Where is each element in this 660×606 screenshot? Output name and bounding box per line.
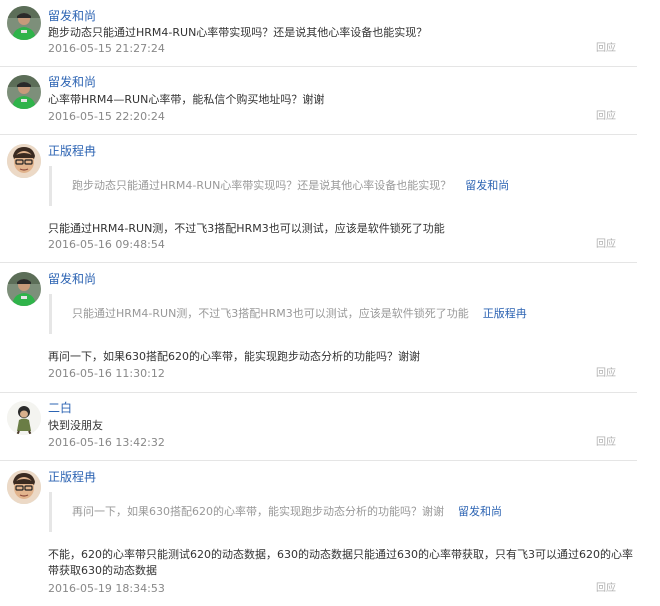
quoted-comment-body: 只能通过HRM4-RUN测，不过飞3搭配HRM3也可以测试，应该是软件锁死了功能… (72, 306, 527, 322)
quoted-comment: 跑步动态只能通过HRM4-RUN心率带实现吗？还是说其他心率设备也能实现？ 留发和… (49, 166, 509, 206)
comment-text: 快到没朋友 (48, 419, 103, 432)
quoted-comment: 再问一下，如果630搭配620的心率带，能实现跑步动态分析的功能吗？谢谢 留发和尚 (49, 492, 502, 532)
quoted-comment-username[interactable]: 正版程冉 (483, 307, 527, 320)
avatar-glasses-man-icon (7, 470, 41, 504)
comment-username[interactable]: 留发和尚 (48, 271, 96, 287)
user-avatar[interactable] (7, 6, 41, 40)
reply-button[interactable]: 回应 (596, 436, 616, 450)
comment-username[interactable]: 留发和尚 (48, 8, 96, 24)
comment-divider (0, 460, 637, 461)
quoted-comment-username[interactable]: 留发和尚 (458, 505, 502, 518)
reply-button[interactable]: 回应 (596, 110, 616, 124)
comment-timestamp: 2016-05-16 13:42:32 (48, 436, 165, 449)
avatar-cartoon-figure-icon (7, 401, 41, 435)
comment-username[interactable]: 正版程冉 (48, 143, 96, 159)
comment-username[interactable]: 留发和尚 (48, 74, 96, 90)
reply-button[interactable]: 回应 (596, 367, 616, 381)
user-avatar[interactable] (7, 401, 41, 435)
comment-timestamp: 2016-05-16 11:30:12 (48, 367, 165, 380)
quoted-comment-username[interactable]: 留发和尚 (465, 179, 509, 192)
comment-timestamp: 2016-05-19 18:34:53 (48, 582, 165, 595)
avatar-glasses-man-icon (7, 144, 41, 178)
comment-divider (0, 392, 637, 393)
quoted-comment-text: 只能通过HRM4-RUN测，不过飞3搭配HRM3也可以测试，应该是软件锁死了功能 (72, 307, 469, 320)
comment-text: 只能通过HRM4-RUN测，不过飞3搭配HRM3也可以测试，应该是软件锁死了功能 (48, 222, 445, 235)
quoted-comment-body: 再问一下，如果630搭配620的心率带，能实现跑步动态分析的功能吗？谢谢 留发和尚 (72, 504, 502, 520)
avatar-green-runner-icon (7, 6, 41, 40)
comment-divider (0, 134, 637, 135)
comment-username[interactable]: 二白 (48, 400, 72, 416)
comment-timestamp: 2016-05-16 09:48:54 (48, 238, 165, 251)
comment-username[interactable]: 正版程冉 (48, 469, 96, 485)
comment-text: 心率带HRM4—RUN心率带，能私信个购买地址吗？谢谢 (48, 93, 325, 106)
user-avatar[interactable] (7, 470, 41, 504)
user-avatar[interactable] (7, 144, 41, 178)
quoted-comment: 只能通过HRM4-RUN测，不过飞3搭配HRM3也可以测试，应该是软件锁死了功能… (49, 294, 527, 334)
comment-text: 再问一下，如果630搭配620的心率带，能实现跑步动态分析的功能吗？谢谢 (48, 350, 420, 363)
reply-button[interactable]: 回应 (596, 42, 616, 56)
quoted-comment-text: 再问一下，如果630搭配620的心率带，能实现跑步动态分析的功能吗？谢谢 (72, 505, 444, 518)
comment-text: 跑步动态只能通过HRM4-RUN心率带实现吗？还是说其他心率设备也能实现？ (48, 26, 428, 39)
comment-divider (0, 66, 637, 67)
user-avatar[interactable] (7, 272, 41, 306)
avatar-green-runner-icon (7, 75, 41, 109)
comment-divider (0, 262, 637, 263)
avatar-green-runner-icon (7, 272, 41, 306)
quoted-comment-body: 跑步动态只能通过HRM4-RUN心率带实现吗？还是说其他心率设备也能实现？ 留发和… (72, 178, 509, 194)
comment-timestamp: 2016-05-15 21:27:24 (48, 42, 165, 55)
quoted-comment-text: 跑步动态只能通过HRM4-RUN心率带实现吗？还是说其他心率设备也能实现？ (72, 179, 452, 192)
comment-text: 不能，620的心率带只能测试620的动态数据，630的动态数据只能通过630的心… (48, 548, 633, 577)
user-avatar[interactable] (7, 75, 41, 109)
reply-button[interactable]: 回应 (596, 238, 616, 252)
comment-timestamp: 2016-05-15 22:20:24 (48, 110, 165, 123)
reply-button[interactable]: 回应 (596, 582, 616, 596)
